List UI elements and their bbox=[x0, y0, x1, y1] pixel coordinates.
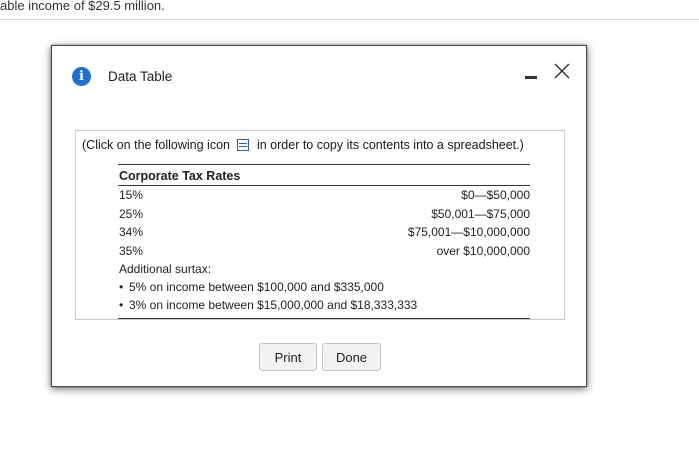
close-button[interactable] bbox=[552, 61, 572, 81]
print-button[interactable]: Print bbox=[259, 343, 317, 371]
rate-cell: 34% bbox=[119, 225, 144, 239]
instruction-text-after: in order to copy its contents into a spr… bbox=[256, 138, 524, 152]
instruction-text-before: (Click on the following icon bbox=[82, 138, 230, 152]
surtax-label: Additional surtax: bbox=[119, 262, 212, 276]
spreadsheet-copy-icon[interactable] bbox=[237, 139, 250, 151]
rate-cell: 25% bbox=[119, 206, 144, 221]
range-cell: $75,001—$10,000,000 bbox=[407, 225, 530, 239]
copy-instruction: (Click on the following icon in order to… bbox=[82, 138, 524, 152]
minimize-icon bbox=[525, 76, 537, 79]
table-row: 25% $50,001—$75,000 bbox=[118, 205, 530, 224]
surtax-item: • 5% on income between $100,000 and $335,… bbox=[118, 278, 530, 296]
minimize-button[interactable] bbox=[524, 65, 538, 85]
range-cell: $0—$50,000 bbox=[461, 188, 530, 202]
rate-cell: 15% bbox=[119, 188, 144, 202]
table-heading: Corporate Tax Rates bbox=[118, 165, 530, 186]
close-icon bbox=[554, 63, 570, 79]
table-row: 35% over $10,000,000 bbox=[118, 242, 530, 261]
info-icon: i bbox=[72, 67, 91, 86]
table-row: 34% $75,001—$10,000,000 bbox=[118, 223, 530, 242]
range-cell: $50,001—$75,000 bbox=[431, 206, 530, 221]
surtax-item: • 3% on income between $15,000,000 and $1… bbox=[118, 296, 530, 314]
surtax-item-text: 3% on income between $15,000,000 and $18… bbox=[129, 298, 418, 312]
surtax-item-text: 5% on income between $100,000 and $335,0… bbox=[129, 280, 384, 294]
background-question-text: able income of $29.5 million. bbox=[0, 0, 165, 13]
range-cell: over $10,000,000 bbox=[436, 243, 530, 258]
done-button[interactable]: Done bbox=[322, 343, 381, 371]
divider bbox=[0, 19, 699, 20]
rate-cell: 35% bbox=[119, 243, 144, 258]
data-table-dialog: i Data Table (Click on the following ico… bbox=[51, 45, 587, 387]
bullet-icon: • bbox=[119, 298, 124, 312]
table-row: 15% $0—$50,000 bbox=[118, 186, 530, 205]
dialog-title: Data Table bbox=[108, 69, 173, 84]
tax-rate-table: Corporate Tax Rates 15% $0—$50,000 25% $… bbox=[118, 164, 530, 319]
bullet-icon: • bbox=[119, 280, 124, 294]
data-table-panel: (Click on the following icon in order to… bbox=[75, 130, 565, 320]
